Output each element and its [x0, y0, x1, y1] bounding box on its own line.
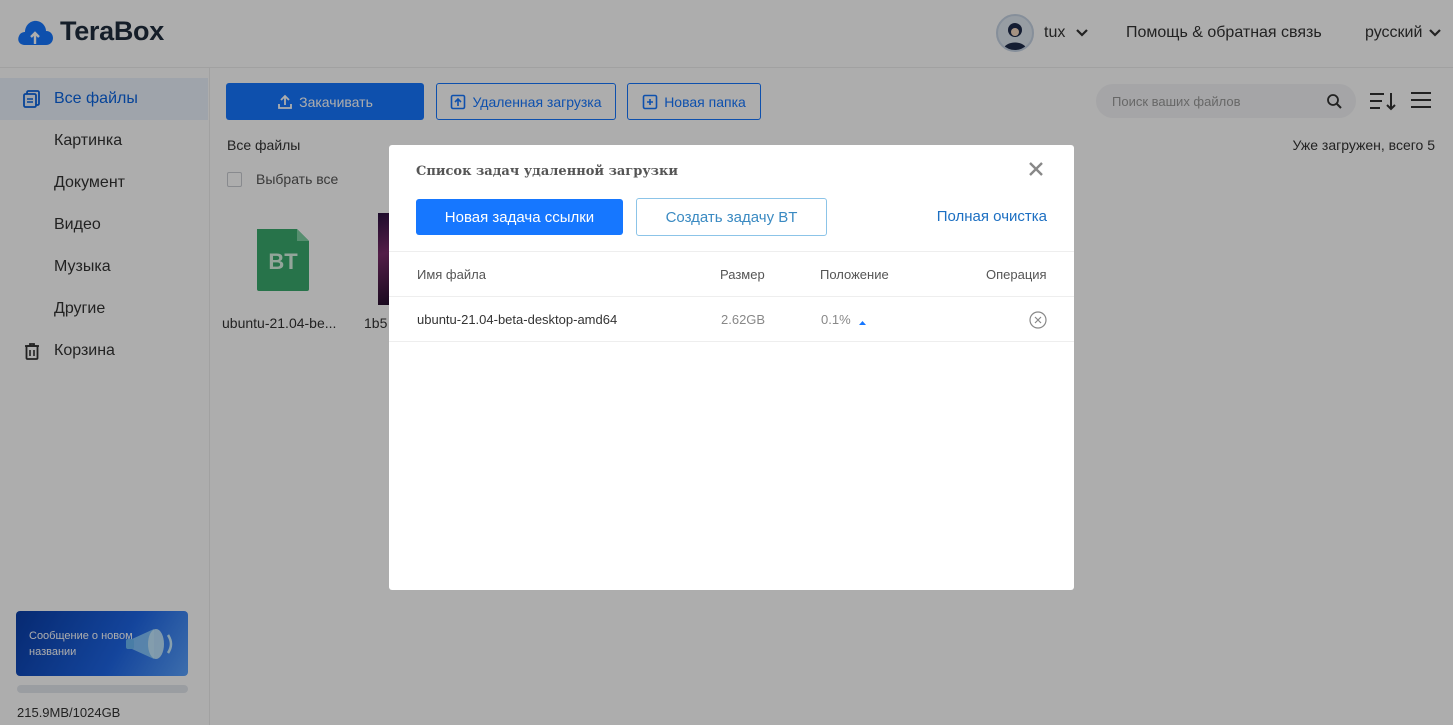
task-table-header: Имя файла Размер Положение Операция: [389, 251, 1074, 297]
dialog-title: Список задач удаленной загрузки: [416, 164, 678, 179]
column-operation: Операция: [986, 267, 1047, 282]
column-size: Размер: [720, 267, 765, 282]
new-link-task-button[interactable]: Новая задача ссылки: [416, 199, 623, 235]
task-file-size: 2.62GB: [721, 312, 766, 327]
clear-all-link[interactable]: Полная очистка: [937, 208, 1047, 225]
progress-arrow-icon: [859, 321, 866, 325]
remote-download-task-dialog: Список задач удаленной загрузки Новая за…: [389, 145, 1074, 590]
close-icon[interactable]: [1027, 160, 1045, 178]
column-position: Положение: [820, 267, 889, 282]
column-file-name: Имя файла: [417, 267, 486, 282]
task-file-name: ubuntu-21.04-beta-desktop-amd64: [417, 312, 618, 327]
table-row: ubuntu-21.04-beta-desktop-amd64 2.62GB 0…: [389, 297, 1074, 342]
cancel-task-icon[interactable]: [1029, 311, 1047, 329]
create-bt-task-button[interactable]: Создать задачу BT: [636, 198, 827, 236]
task-progress: 0.1%: [821, 312, 851, 327]
